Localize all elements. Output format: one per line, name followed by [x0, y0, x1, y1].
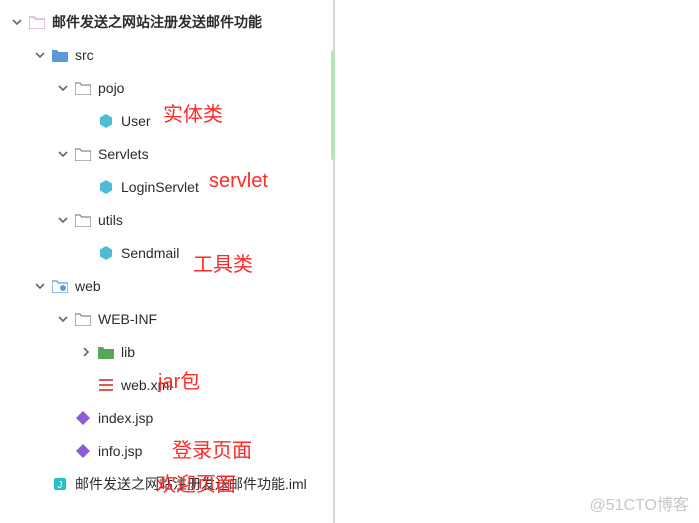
chevron-down-icon[interactable] [10, 15, 24, 29]
package-icon [74, 211, 92, 229]
tree-label: 邮件发送之网站注册发送邮件功能.iml [75, 474, 307, 494]
chevron-down-icon[interactable] [56, 81, 70, 95]
tree-row-user[interactable]: User [0, 104, 333, 137]
tree-row-lib[interactable]: lib [0, 335, 333, 368]
chevron-down-icon[interactable] [56, 147, 70, 161]
svg-text:J: J [58, 480, 63, 491]
chevron-down-icon[interactable] [56, 312, 70, 326]
tree-label: index.jsp [98, 410, 153, 426]
lib-folder-icon [97, 343, 115, 361]
web-folder-icon [51, 277, 69, 295]
project-tree-panel: 邮件发送之网站注册发送邮件功能 src pojo User Servlets L… [0, 0, 335, 523]
tree-label: utils [98, 212, 123, 228]
tree-label: web [75, 278, 101, 294]
class-icon [97, 112, 115, 130]
tree-label: User [121, 113, 151, 129]
tree-label: lib [121, 344, 135, 360]
watermark: @51CTO博客 [589, 491, 689, 515]
tree-row-sendmail[interactable]: Sendmail [0, 236, 333, 269]
iml-icon: J [51, 475, 69, 493]
chevron-down-icon[interactable] [33, 279, 47, 293]
tree-row-src[interactable]: src [0, 38, 333, 71]
tree-row-indexjsp[interactable]: index.jsp [0, 401, 333, 434]
tree-label: pojo [98, 80, 124, 96]
tree-row-servlets[interactable]: Servlets [0, 137, 333, 170]
class-icon [97, 178, 115, 196]
tree-label: LoginServlet [121, 179, 199, 195]
tree-row-iml[interactable]: J 邮件发送之网站注册发送邮件功能.iml [0, 467, 333, 500]
xml-icon [97, 376, 115, 394]
tree-row-loginservlet[interactable]: LoginServlet [0, 170, 333, 203]
tree-row-webxml[interactable]: web.xml [0, 368, 333, 401]
chevron-right-icon[interactable] [79, 345, 93, 359]
tree-label: 邮件发送之网站注册发送邮件功能 [52, 12, 262, 32]
tree-label: Servlets [98, 146, 149, 162]
tree-row-webinf[interactable]: WEB-INF [0, 302, 333, 335]
folder-icon [74, 310, 92, 328]
tree-row-web[interactable]: web [0, 269, 333, 302]
tree-label: src [75, 47, 94, 63]
package-icon [74, 79, 92, 97]
jsp-icon [74, 442, 92, 460]
source-folder-icon [51, 46, 69, 64]
chevron-down-icon[interactable] [56, 213, 70, 227]
tree-label: info.jsp [98, 443, 142, 459]
package-icon [74, 145, 92, 163]
tree-row-pojo[interactable]: pojo [0, 71, 333, 104]
tree-label: WEB-INF [98, 311, 157, 327]
tree-row-root[interactable]: 邮件发送之网站注册发送邮件功能 [0, 5, 333, 38]
class-icon [97, 244, 115, 262]
tree-row-utils[interactable]: utils [0, 203, 333, 236]
tree-label: Sendmail [121, 245, 179, 261]
folder-icon [28, 13, 46, 31]
tree-row-infojsp[interactable]: info.jsp [0, 434, 333, 467]
jsp-icon [74, 409, 92, 427]
chevron-down-icon[interactable] [33, 48, 47, 62]
tree-label: web.xml [121, 377, 172, 393]
